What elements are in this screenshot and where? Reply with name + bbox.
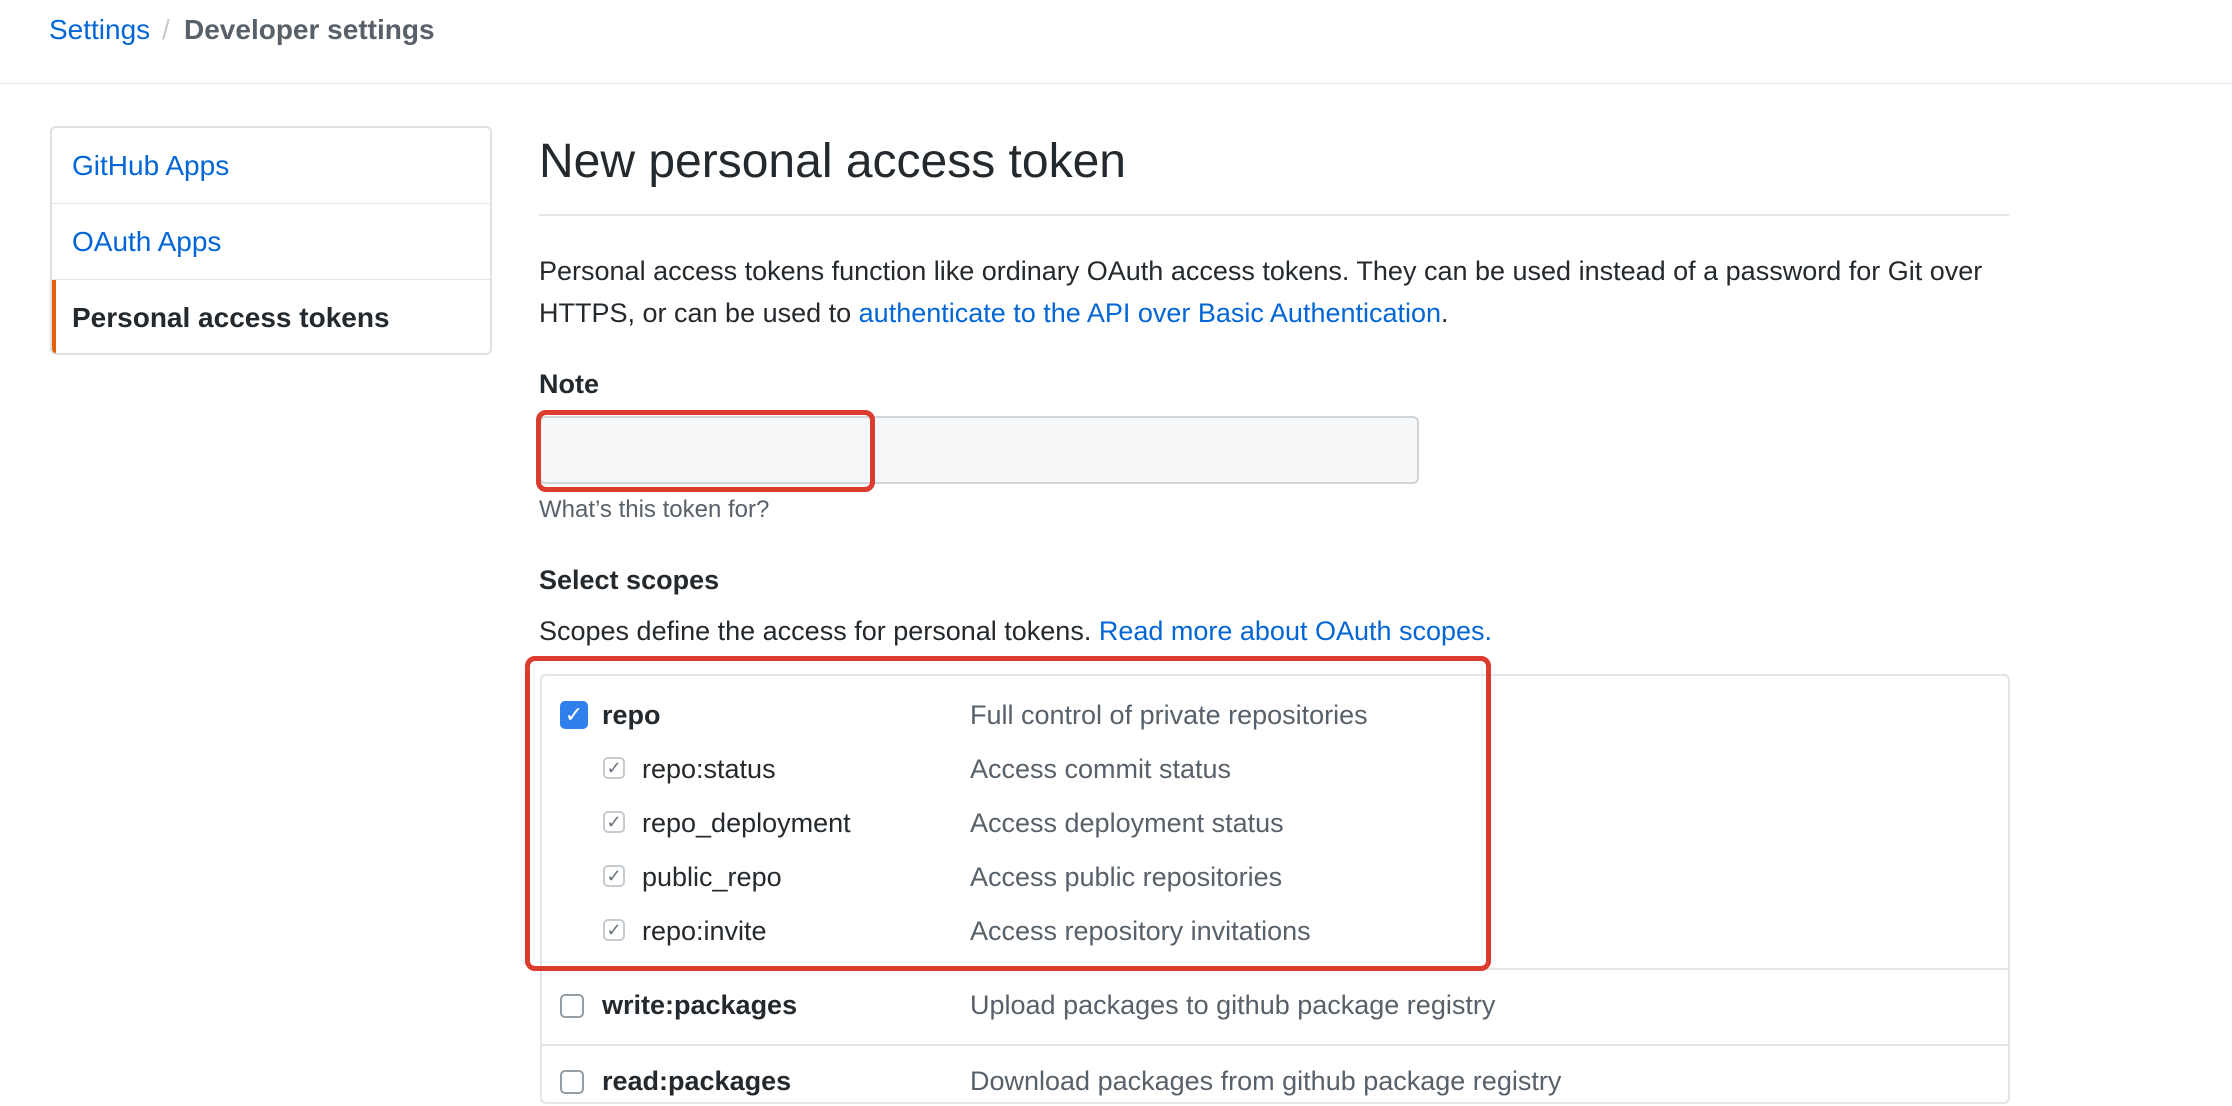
scope-row-read-packages: read:packages Download packages from git…	[542, 1044, 2008, 1106]
check-icon: ✓	[606, 812, 622, 832]
basic-auth-link[interactable]: authenticate to the API over Basic Authe…	[859, 298, 1441, 328]
scope-name-repo-invite[interactable]: repo:invite	[642, 916, 767, 947]
scope-name-write-packages[interactable]: write:packages	[602, 990, 797, 1021]
scope-name-repo[interactable]: repo	[602, 700, 661, 731]
scope-checkbox-repo[interactable]: ✓	[560, 701, 588, 729]
breadcrumb: Settings / Developer settings	[0, 0, 2232, 84]
scope-desc-public-repo: Access public repositories	[970, 862, 1283, 892]
check-icon: ✓	[606, 920, 622, 940]
scope-row-repo-invite: ✓ repo:invite Access repository invitati…	[542, 904, 2008, 958]
scope-row-public-repo: ✓ public_repo Access public repositories	[542, 850, 2008, 904]
check-icon: ✓	[564, 702, 584, 727]
breadcrumb-separator: /	[162, 14, 170, 45]
scopes-list: ✓ repo Full control of private repositor…	[540, 674, 2010, 1104]
scopes-description: Scopes define the access for personal to…	[539, 616, 1492, 647]
scope-desc-read-packages: Download packages from github package re…	[970, 1066, 1562, 1096]
scope-desc-repo-status: Access commit status	[970, 754, 1232, 784]
scopes-description-text: Scopes define the access for personal to…	[539, 616, 1099, 646]
sidebar-item-personal-access-tokens[interactable]: Personal access tokens	[52, 280, 490, 353]
scope-row-write-packages: write:packages Upload packages to github…	[542, 968, 2008, 1046]
scope-desc-repo: Full control of private repositories	[970, 700, 1368, 730]
scope-name-public-repo[interactable]: public_repo	[642, 862, 782, 893]
breadcrumb-current: Developer settings	[184, 14, 435, 45]
page-title: New personal access token	[539, 134, 2009, 216]
scope-checkbox-repo-status[interactable]: ✓	[603, 757, 625, 779]
scope-row-repo-deployment: ✓ repo_deployment Access deployment stat…	[542, 796, 2008, 850]
check-icon: ✓	[606, 758, 622, 778]
note-label: Note	[539, 369, 599, 399]
intro-paragraph: Personal access tokens function like ord…	[539, 250, 2039, 334]
scope-checkbox-repo-invite[interactable]: ✓	[603, 919, 625, 941]
scope-checkbox-public-repo[interactable]: ✓	[603, 865, 625, 887]
scope-name-repo-deployment[interactable]: repo_deployment	[642, 808, 851, 839]
sidebar-item-oauth-apps[interactable]: OAuth Apps	[52, 204, 490, 280]
scope-desc-repo-deployment: Access deployment status	[970, 808, 1284, 838]
scope-checkbox-read-packages[interactable]	[560, 1070, 584, 1094]
check-icon: ✓	[606, 866, 622, 886]
scope-desc-write-packages: Upload packages to github package regist…	[970, 990, 1496, 1020]
scope-desc-repo-invite: Access repository invitations	[970, 916, 1311, 946]
note-hint: What’s this token for?	[539, 496, 770, 523]
scope-row-repo: ✓ repo Full control of private repositor…	[542, 688, 2008, 742]
scope-name-repo-status[interactable]: repo:status	[642, 754, 776, 785]
select-scopes-heading: Select scopes	[539, 565, 720, 595]
scope-row-repo-status: ✓ repo:status Access commit status	[542, 742, 2008, 796]
breadcrumb-settings-link[interactable]: Settings	[49, 14, 150, 46]
note-input[interactable]	[539, 416, 1419, 484]
scope-checkbox-repo-deployment[interactable]: ✓	[603, 811, 625, 833]
scope-name-read-packages[interactable]: read:packages	[602, 1066, 791, 1097]
scope-checkbox-write-packages[interactable]	[560, 994, 584, 1018]
developer-settings-sidebar: GitHub Apps OAuth Apps Personal access t…	[50, 126, 492, 355]
intro-text-end: .	[1441, 298, 1449, 328]
sidebar-item-github-apps[interactable]: GitHub Apps	[52, 128, 490, 204]
oauth-scopes-link[interactable]: Read more about OAuth scopes.	[1099, 616, 1492, 646]
